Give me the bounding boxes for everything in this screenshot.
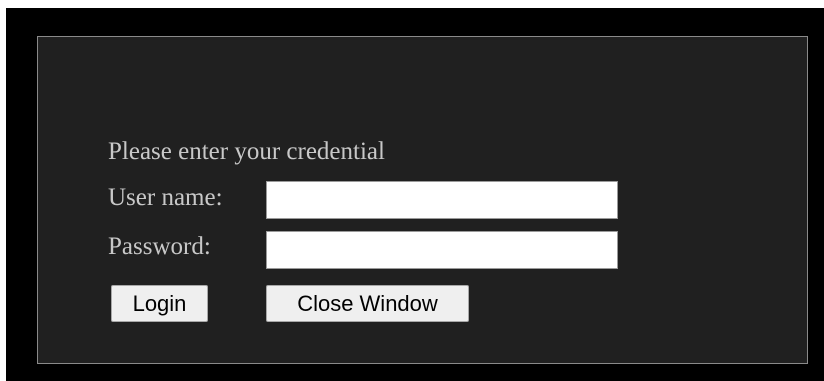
close-window-button[interactable]: Close Window (266, 285, 469, 322)
login-button[interactable]: Login (111, 285, 208, 322)
screen: Please enter your credential User name: … (0, 0, 824, 381)
page-background: Please enter your credential User name: … (6, 8, 824, 381)
username-label: User name: (108, 184, 223, 211)
password-input[interactable] (266, 231, 618, 269)
username-input[interactable] (266, 181, 618, 219)
login-panel: Please enter your credential User name: … (37, 36, 808, 364)
form-heading: Please enter your credential (108, 138, 385, 165)
password-label: Password: (108, 233, 211, 260)
